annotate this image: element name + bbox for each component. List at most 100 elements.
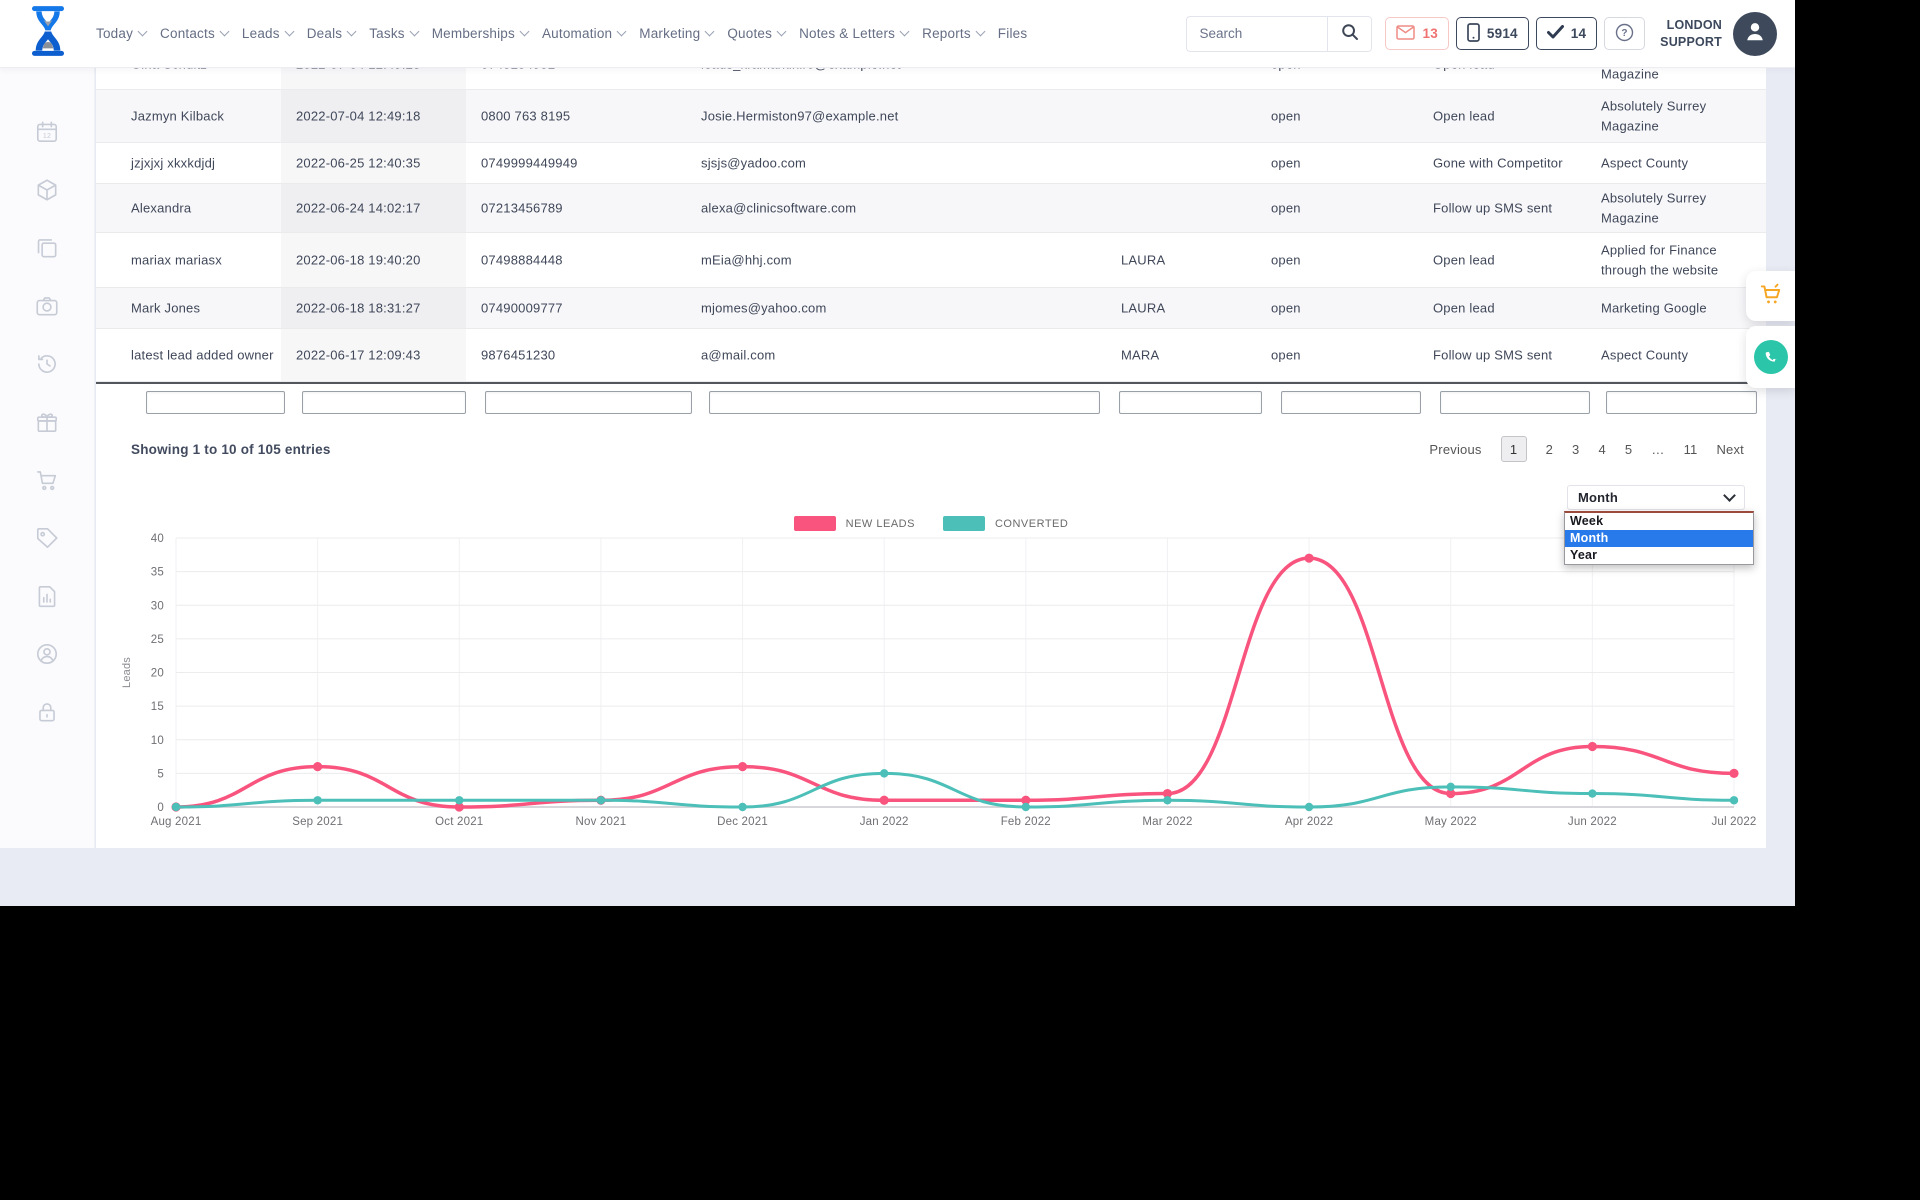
cell-email: leads_kramarkiniro@example.net (701, 67, 1031, 74)
column-filter-input[interactable] (709, 391, 1100, 414)
cell-phone: 07213456789 (481, 200, 563, 216)
next-button[interactable]: Next (1716, 442, 1744, 457)
cell-email: a@mail.com (701, 347, 776, 363)
column-filter-input[interactable] (1119, 391, 1262, 414)
svg-text:Mar 2022: Mar 2022 (1142, 816, 1192, 828)
table-row[interactable]: Mark Jones 2022-06-18 18:31:27 07490009777… (96, 288, 1766, 329)
cell-source: Aspect County (1601, 347, 1689, 363)
cell-phone: 0749999449949 (481, 155, 578, 171)
period-select[interactable]: Month (1567, 485, 1745, 510)
cell-lead_status: Open lead (1433, 67, 1588, 74)
cell-lead_status: Open lead (1433, 300, 1495, 316)
nav-item-label: Notes & Letters (799, 26, 896, 41)
account-icon[interactable] (34, 641, 60, 667)
cell-email: sjsjs@yadoo.com (701, 155, 807, 171)
nav-item-files[interactable]: Files (998, 26, 1028, 41)
nav-item-marketing[interactable]: Marketing (639, 26, 715, 41)
mail-count: 13 (1422, 26, 1438, 41)
page-button[interactable]: 3 (1572, 442, 1579, 457)
column-filter-input[interactable] (1281, 391, 1421, 414)
gift-icon[interactable] (34, 409, 60, 435)
search-button[interactable] (1327, 16, 1372, 51)
top-nav: Today Contacts Leads Deals Tasks Memberships A… (0, 0, 1795, 68)
cell-source: Aspect County (1601, 155, 1689, 171)
nav-item-memberships[interactable]: Memberships (432, 26, 530, 41)
nav-item-contacts[interactable]: Contacts (160, 26, 230, 41)
camera-icon[interactable] (34, 293, 60, 319)
page-button[interactable]: 1 (1500, 436, 1527, 462)
column-filter-input[interactable] (485, 391, 692, 414)
nav-item-today[interactable]: Today (96, 26, 148, 41)
search-box (1186, 15, 1373, 52)
nav-item-leads[interactable]: Leads (241, 26, 295, 41)
lock-icon[interactable] (34, 699, 60, 725)
clinicsoftware-logo[interactable] (0, 4, 96, 63)
cell-lead_status: Open lead (1433, 252, 1495, 268)
column-filter-input[interactable] (1606, 391, 1757, 414)
table-row[interactable]: jzjxjxj xkxkdjdj 2022-06-25 12:40:35 07499… (96, 143, 1766, 184)
page-button[interactable]: 5 (1625, 442, 1632, 457)
report-icon[interactable] (34, 583, 60, 609)
nav-item-notes-letters[interactable]: Notes & Letters (799, 26, 910, 41)
help-badge[interactable]: ? (1604, 17, 1646, 50)
page-button[interactable]: 4 (1598, 442, 1605, 457)
copy-icon[interactable] (34, 235, 60, 261)
column-filter-input[interactable] (302, 391, 466, 414)
search-input[interactable] (1187, 26, 1328, 41)
svg-text:Aug 2021: Aug 2021 (151, 816, 202, 828)
discount-tag-icon[interactable] (34, 525, 60, 551)
page-numbers: 1 2 3 4 5 … 11 (1500, 436, 1698, 462)
cart-icon[interactable] (34, 467, 60, 493)
hourglass-logo-icon (21, 4, 75, 63)
nav-item-quotes[interactable]: Quotes (727, 26, 787, 41)
table-row[interactable]: latest lead added owner 2022-06-17 12:09:… (96, 329, 1766, 382)
cell-email: alexa@clinicsoftware.com (701, 200, 857, 216)
sidebar: 12 (0, 67, 95, 848)
cell-source: Absolutely Surrey Magazine (1601, 98, 1707, 134)
cell-status: open (1271, 347, 1301, 363)
user-avatar[interactable] (1733, 11, 1777, 56)
tasks-count: 14 (1570, 26, 1587, 41)
period-option-week[interactable]: Week (1565, 513, 1753, 530)
tasks-badge[interactable]: 14 (1535, 17, 1598, 50)
mail-badge[interactable]: 13 (1385, 17, 1449, 50)
table-row[interactable]: Alexandra 2022-06-24 14:02:17 07213456789 a… (96, 184, 1766, 233)
previous-button[interactable]: Previous (1429, 442, 1481, 457)
nav-item-label: Automation (541, 26, 613, 41)
cell-phone: 07490009777 (481, 300, 563, 316)
table-footer: Showing 1 to 10 of 105 entries Previous … (96, 432, 1766, 472)
page-button[interactable]: 2 (1546, 442, 1553, 457)
history-icon[interactable] (34, 351, 60, 377)
crm-app: Today Contacts Leads Deals Tasks Memberships A… (0, 0, 1795, 906)
nav-item-tasks[interactable]: Tasks (369, 26, 420, 41)
nav-item-reports[interactable]: Reports (922, 26, 986, 41)
cell-date: 2022-06-18 19:40:20 (296, 252, 421, 268)
envelope-icon (1396, 24, 1416, 43)
cart-float-button[interactable] (1746, 271, 1795, 321)
leads-chart-svg: 0 5 10 15 20 25 30 35 40 Aug 2021 Sep 2021 Oct 2021… (121, 533, 1756, 828)
cell-date: 2022-06-17 12:09:43 (296, 347, 421, 363)
chevron-down-icon (899, 26, 910, 37)
column-filter-input[interactable] (1440, 391, 1590, 414)
table-row[interactable]: mariax mariasx 2022-06-18 19:40:20 0749888… (96, 233, 1766, 288)
period-option-month[interactable]: Month (1565, 530, 1753, 547)
calendar-icon[interactable]: 12 (34, 119, 60, 145)
period-option-year[interactable]: Year (1565, 547, 1753, 564)
package-icon[interactable] (34, 177, 60, 203)
table-row[interactable]: Gina Schultz 2022-07-04 12:49:28 074525495… (96, 67, 1766, 90)
cell-status: open (1271, 155, 1301, 171)
calls-badge[interactable]: 5914 (1455, 17, 1529, 50)
nav-item-label: Deals (306, 26, 343, 41)
nav-item-label: Contacts (160, 26, 215, 41)
page-button[interactable]: 11 (1684, 442, 1698, 457)
period-dropdown: Week Month Year (1564, 511, 1754, 565)
whatsapp-float-button[interactable] (1746, 326, 1795, 388)
svg-text:10: 10 (151, 735, 164, 747)
table-row[interactable]: Jazmyn Kilback 2022-07-04 12:49:18 0800 76… (96, 90, 1766, 143)
column-filter-input[interactable] (146, 391, 285, 414)
cell-status: open (1271, 252, 1301, 268)
nav-item-automation[interactable]: Automation (541, 26, 627, 41)
cell-phone: 07498884448 (481, 252, 563, 268)
nav-item-deals[interactable]: Deals (306, 26, 357, 41)
nav-item-label: Leads (241, 26, 280, 41)
